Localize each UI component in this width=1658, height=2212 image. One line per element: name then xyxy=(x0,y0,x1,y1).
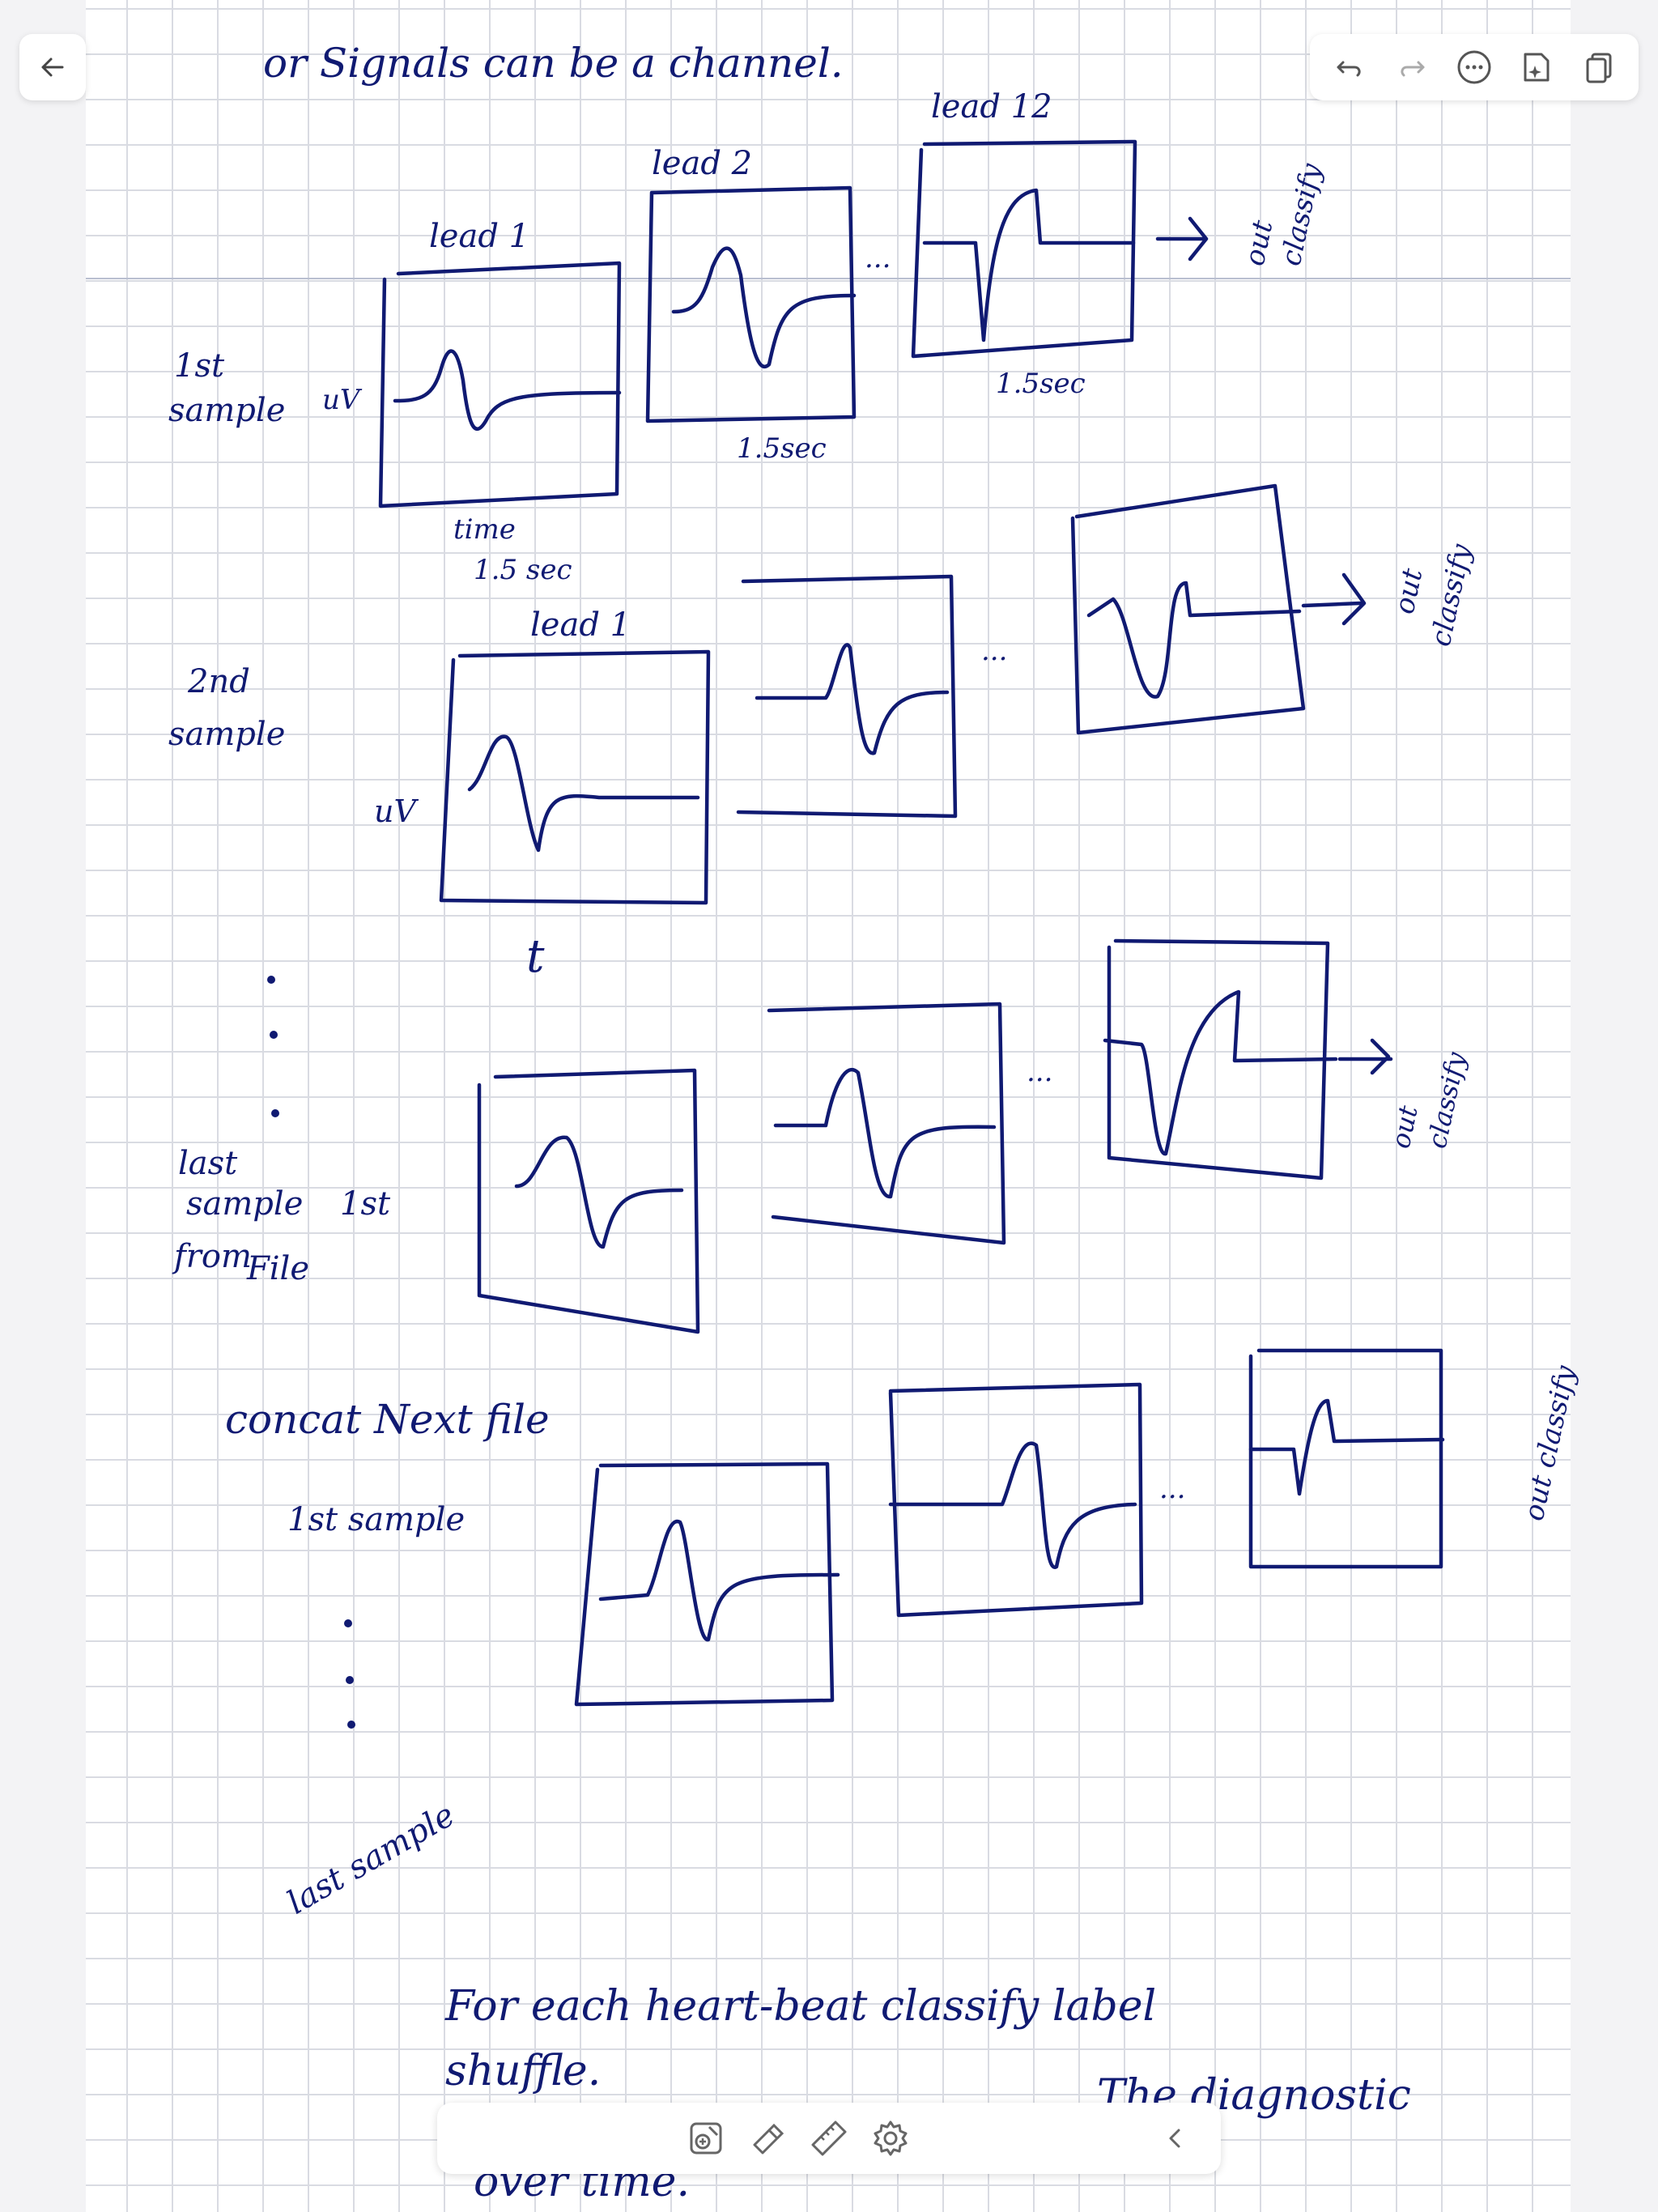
out-row3-line2: classify xyxy=(1422,1049,1472,1151)
duration-label-1: 1.5 sec xyxy=(474,554,572,586)
ellipsis-3: ... xyxy=(1027,1056,1052,1088)
arrow-row1 xyxy=(1155,216,1209,262)
out-row1-line2: classify xyxy=(1275,160,1329,269)
dot xyxy=(347,1721,355,1729)
ai-sparkle-icon xyxy=(1524,53,1550,82)
arrow-row2 xyxy=(1301,572,1367,626)
ruler-button[interactable] xyxy=(803,2112,855,2164)
out-row2-line2: classify xyxy=(1425,541,1478,649)
settings-button[interactable] xyxy=(865,2112,916,2164)
concat-label: concat Next file xyxy=(225,1396,550,1443)
last-line1: last xyxy=(178,1145,238,1182)
lead12-label: lead 12 xyxy=(931,88,1052,125)
row3-lead1-box xyxy=(477,1068,700,1334)
t-label: t xyxy=(526,930,545,983)
lead2-box xyxy=(645,185,857,423)
pages-button[interactable] xyxy=(1575,44,1622,91)
top-toolbar xyxy=(1310,34,1639,100)
add-image-button[interactable] xyxy=(680,2112,732,2164)
dot xyxy=(346,1676,354,1684)
lead1-box xyxy=(378,261,622,508)
collapse-toolbar-button[interactable] xyxy=(1150,2112,1201,2164)
settings-gear-icon xyxy=(874,2121,908,2156)
time-label: time xyxy=(453,513,516,546)
back-button[interactable] xyxy=(19,34,86,100)
lead12-box xyxy=(911,139,1137,359)
row3-lead12-wave xyxy=(1103,989,1338,1156)
row2-lead1-box xyxy=(439,649,711,905)
duration-label-3: 1.5sec xyxy=(996,368,1086,400)
row4-lead2-wave xyxy=(888,1441,1137,1569)
redo-button[interactable] xyxy=(1388,44,1435,91)
ruler-icon xyxy=(811,2121,847,2156)
bottom-line1: For each heart-beat classify label xyxy=(444,1982,1156,2031)
more-icon xyxy=(1457,50,1491,84)
last-sample-2: last sample xyxy=(281,1797,461,1922)
bottom-line2: shuffle. xyxy=(445,2047,601,2095)
last-first: 1st xyxy=(340,1185,391,1223)
uv-label-1: uV xyxy=(322,384,363,416)
row2-lead1-label: lead 1 xyxy=(530,606,631,644)
row2-lead1-wave xyxy=(467,734,700,853)
lead12-wave xyxy=(922,188,1136,342)
add-image-icon xyxy=(690,2122,722,2155)
sample2-line1: 2nd xyxy=(187,663,250,700)
out-row3-line1: out xyxy=(1385,1103,1424,1151)
row2-lead2-wave xyxy=(755,643,950,755)
row4-lead12-box xyxy=(1248,1348,1443,1569)
row4-lead12-wave xyxy=(1248,1398,1445,1496)
dot xyxy=(344,1619,352,1627)
arrow-row3 xyxy=(1337,1038,1393,1075)
lead1-label: lead 1 xyxy=(429,218,529,255)
last-line3: from xyxy=(172,1238,252,1275)
out-row1-line1: out xyxy=(1239,217,1280,268)
row2-lead12-wave xyxy=(1086,581,1302,699)
ellipsis-2: ... xyxy=(981,635,1007,667)
chevron-left-icon xyxy=(1169,2129,1180,2148)
sample1-line2: sample xyxy=(168,392,285,429)
last-line4: File xyxy=(246,1250,309,1287)
eraser-button[interactable] xyxy=(742,2112,793,2164)
row3-lead1-wave xyxy=(514,1135,684,1249)
ellipsis-4: ... xyxy=(1159,1473,1185,1505)
title-line: or Signals can be a channel. xyxy=(263,40,844,87)
out-row2-line1: out xyxy=(1388,565,1430,616)
dot xyxy=(267,976,275,984)
undo-icon xyxy=(1337,61,1361,77)
pages-icon xyxy=(1586,53,1612,83)
lead2-wave xyxy=(671,246,857,368)
ai-button[interactable] xyxy=(1513,44,1560,91)
uv-label-2: uV xyxy=(374,793,419,829)
concat-sample: 1st sample xyxy=(287,1501,465,1538)
row4-lead2-box xyxy=(888,1382,1144,1618)
out-row4: out classify xyxy=(1518,1362,1583,1523)
more-button[interactable] xyxy=(1451,44,1498,91)
dot xyxy=(270,1031,278,1039)
eraser-icon xyxy=(753,2123,784,2155)
bottom-toolbar xyxy=(437,2103,1221,2174)
arrow-left-icon xyxy=(41,57,64,77)
last-line2: sample xyxy=(186,1185,303,1223)
ellipsis-1: ... xyxy=(865,242,891,274)
sample1-line1: 1st xyxy=(174,347,225,385)
sample2-line2: sample xyxy=(168,716,285,753)
duration-label-2: 1.5sec xyxy=(737,432,827,465)
lead2-label: lead 2 xyxy=(652,145,752,182)
redo-icon xyxy=(1401,61,1425,77)
row4-lead1-box xyxy=(574,1461,835,1707)
row3-lead2-box xyxy=(767,1002,1006,1245)
undo-button[interactable] xyxy=(1326,44,1373,91)
dot xyxy=(271,1109,279,1117)
handwriting-canvas[interactable]: or Signals can be a channel. lead 1 time… xyxy=(0,0,1658,2212)
lead1-wave xyxy=(393,349,622,432)
row4-lead1-wave xyxy=(598,1519,840,1642)
row3-lead2-wave xyxy=(773,1067,997,1199)
